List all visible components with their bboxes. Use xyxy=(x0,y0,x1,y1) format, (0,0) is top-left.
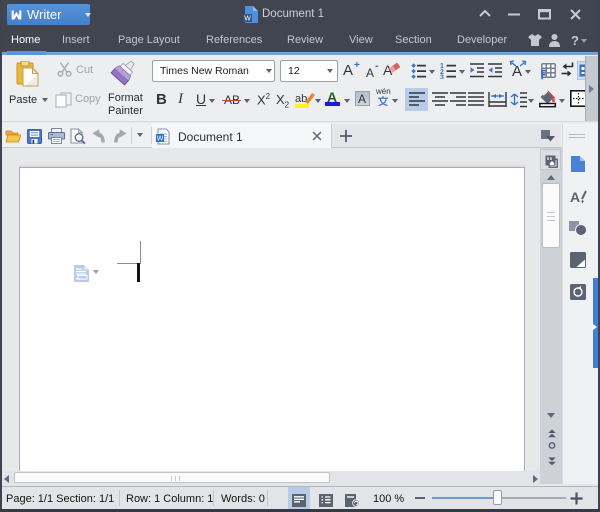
svg-text:W: W xyxy=(244,16,251,23)
svg-text:3: 3 xyxy=(440,75,444,80)
svg-text:W: W xyxy=(157,136,164,143)
svg-text:ab: ab xyxy=(295,93,307,105)
svg-text:A: A xyxy=(570,189,580,205)
